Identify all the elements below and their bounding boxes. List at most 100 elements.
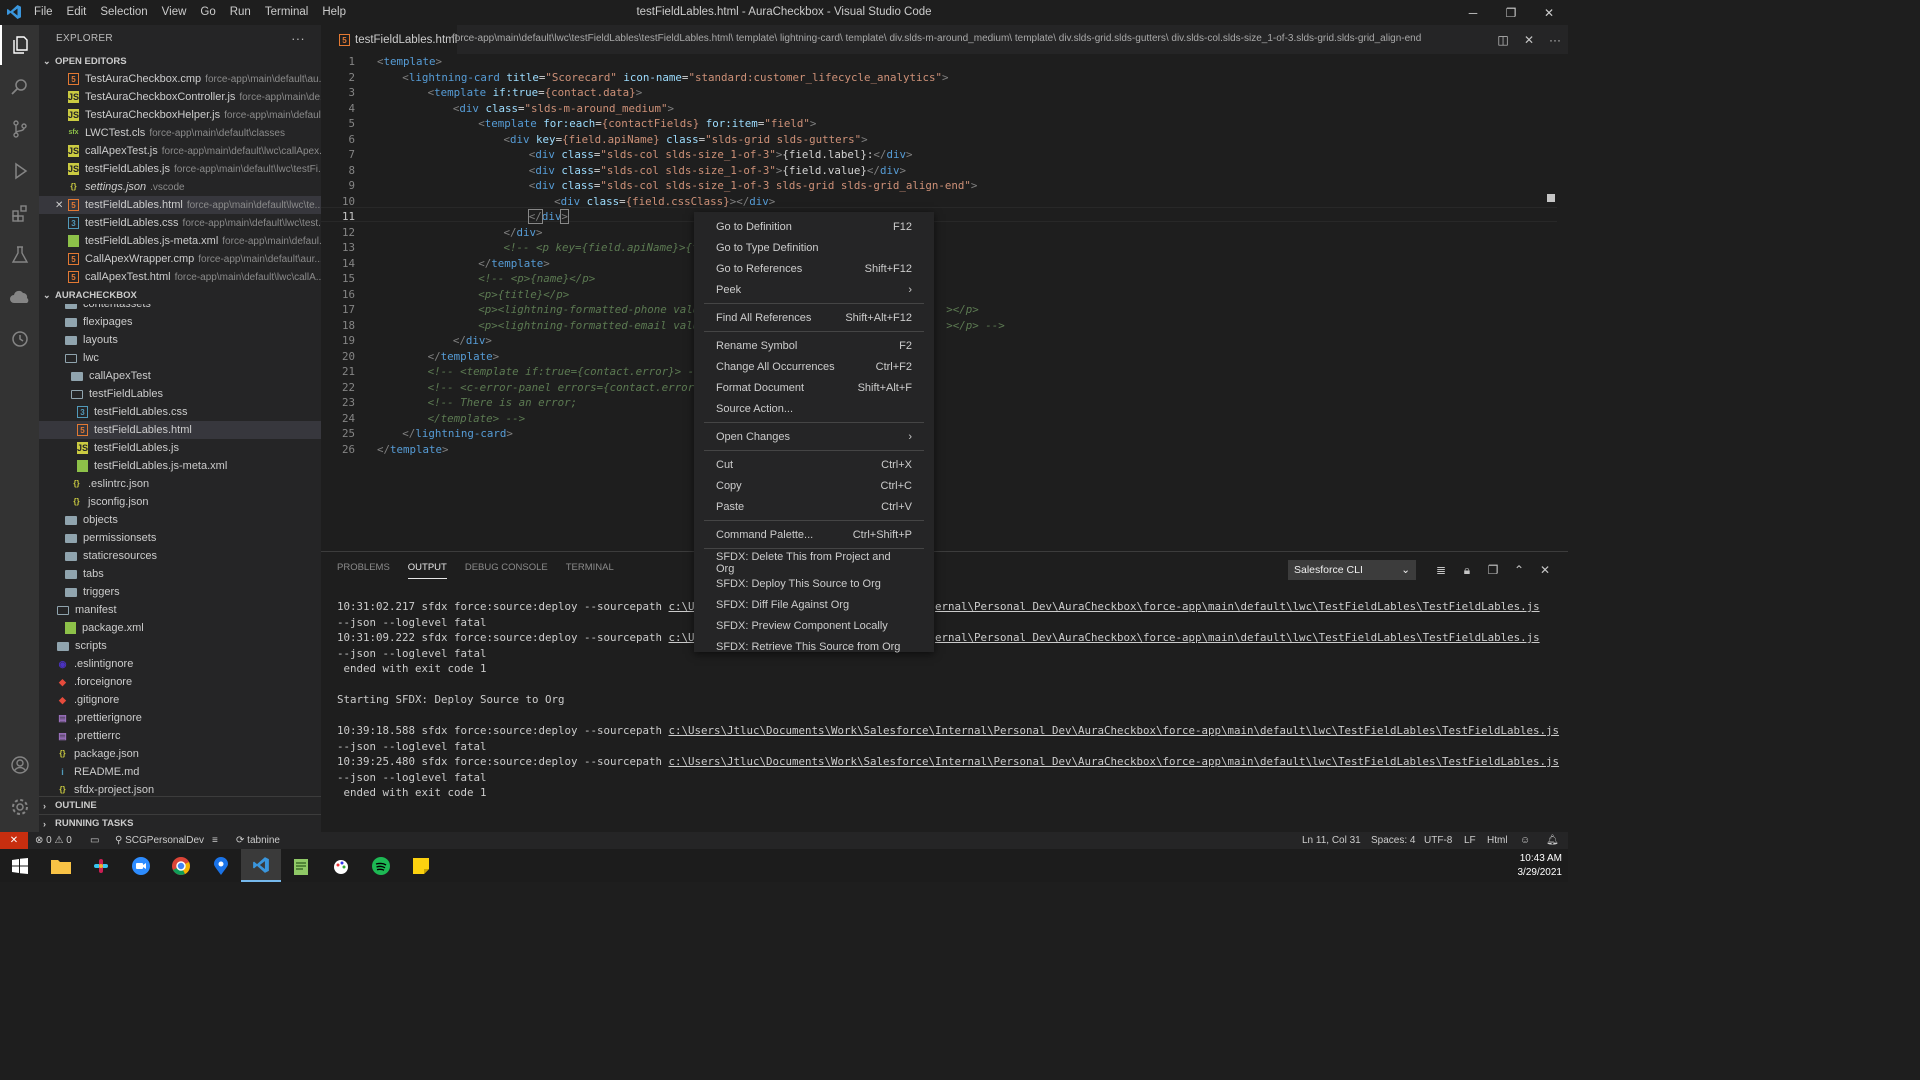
tree-item[interactable]: i README.md [39,763,321,781]
menu-item-terminal[interactable]: Terminal [258,0,315,25]
file-explorer-icon[interactable] [41,849,81,882]
menu-item-file[interactable]: File [27,0,60,25]
tree-item[interactable]: tabs [39,565,321,583]
tree-item[interactable]: scripts [39,637,321,655]
system-clock[interactable]: 10:43 AM 3/29/2021 [1518,852,1563,880]
context-menu-item[interactable]: SFDX: Delete This from Project and Org [694,551,934,575]
remote-indicator-icon[interactable]: ✕ [0,832,28,849]
tree-item[interactable]: ▤ .prettierignore [39,709,321,727]
terminal-icon[interactable]: ▭ [90,835,99,846]
context-menu-item[interactable]: SFDX: Diff File Against Org [694,594,934,615]
project-section[interactable]: ⌄ AURACHECKBOX [39,286,321,304]
context-menu-item[interactable]: SFDX: Preview Component Locally [694,615,934,636]
context-menu-item[interactable]: Find All References Shift+Alt+F12 [694,307,934,328]
line-ending[interactable]: LF [1464,835,1476,846]
tree-item[interactable]: testFieldLables.js-meta.xml [39,457,321,475]
tab-testfieldlables-html[interactable]: 5 testFieldLables.html [321,25,458,54]
tab-debug-console[interactable]: DEBUG CONSOLE [465,562,548,579]
tree-item[interactable]: triggers [39,583,321,601]
context-menu-item[interactable]: Paste Ctrl+V [694,496,934,517]
tree-item[interactable]: 3 testFieldLables.css [39,403,321,421]
split-editor-icon[interactable]: ◫ [1490,33,1516,47]
menu-item-selection[interactable]: Selection [93,0,154,25]
encoding[interactable]: UTF-8 [1424,835,1452,846]
source-control-icon[interactable] [0,109,39,149]
tree-item[interactable]: manifest [39,601,321,619]
tab-terminal[interactable]: TERMINAL [566,562,614,579]
open-editors-section[interactable]: ⌄ OPEN EDITORS [39,52,321,70]
tree-item[interactable]: lwc [39,349,321,367]
account-icon[interactable] [0,745,39,785]
menu-item-help[interactable]: Help [315,0,353,25]
indentation[interactable]: Spaces: 4 [1371,835,1415,846]
tree-item[interactable]: ▤ .prettierrc [39,727,321,745]
sticky-notes-icon[interactable] [401,849,441,882]
context-menu-item[interactable]: Source Action... [694,398,934,419]
maximize-panel-icon[interactable]: ⌃ [1506,563,1532,577]
context-menu-item[interactable]: Go to Definition F12 [694,216,934,237]
spotify-icon[interactable] [361,849,401,882]
timeline-history-icon[interactable] [0,319,39,359]
code-editor[interactable]: 1 <template> 2 <lightning-card title="Score… [321,54,1557,551]
menu-item-go[interactable]: Go [193,0,222,25]
slack-icon[interactable] [81,849,121,882]
context-menu-item[interactable]: Open Changes › [694,426,934,447]
settings-gear-icon[interactable] [0,787,39,827]
language-mode[interactable]: Html [1487,835,1508,846]
tree-item[interactable]: 5 testFieldLables.html [39,421,321,439]
open-log-icon[interactable]: ❐ [1480,563,1506,577]
explorer-icon[interactable] [0,25,39,65]
running-tasks-section[interactable]: › RUNNING TASKS [39,814,321,832]
context-menu-item[interactable]: SFDX: Deploy This Source to Org [694,573,934,594]
minimize-icon[interactable]: ─ [1454,0,1492,25]
tree-item[interactable]: staticresources [39,547,321,565]
clear-output-icon[interactable]: ≣ [1428,563,1454,577]
search-icon[interactable] [0,67,39,107]
scrollbar-marker[interactable] [1547,194,1555,202]
context-menu-item[interactable]: Cut Ctrl+X [694,454,934,475]
tree-item[interactable]: {} package.json [39,745,321,763]
testing-flask-icon[interactable] [0,235,39,275]
run-debug-icon[interactable] [0,151,39,191]
tree-item[interactable]: flexipages [39,313,321,331]
context-menu-item[interactable]: Peek › [694,279,934,300]
menu-item-view[interactable]: View [155,0,194,25]
tree-item[interactable]: ◆ .gitignore [39,691,321,709]
context-menu-item[interactable]: Copy Ctrl+C [694,475,934,496]
tasks-icon[interactable]: ≡ [212,835,218,846]
open-editor-item[interactable]: 3 testFieldLables.css force-app\main\defau… [39,214,321,232]
open-editor-item[interactable]: ✕ 5 testFieldLables.html force-app\main\def… [39,196,321,214]
breadcrumb[interactable]: force-app\main\default\lwc\testFieldLabl… [452,33,1421,44]
close-panel-icon[interactable]: ✕ [1532,563,1558,577]
open-editor-item[interactable]: sfx LWCTest.cls force-app\main\default\cla… [39,124,321,142]
open-editor-item[interactable]: JS TestAuraCheckboxHelper.js force-app\mai… [39,106,321,124]
tree-item[interactable]: {} .eslintrc.json [39,475,321,493]
default-org[interactable]: ⚲ SCGPersonalDev [115,835,204,846]
tree-item[interactable]: permissionsets [39,529,321,547]
open-editor-item[interactable]: 5 callApexTest.html force-app\main\default… [39,268,321,286]
close-icon[interactable]: ✕ [55,200,63,211]
tree-item[interactable]: JS testFieldLables.js [39,439,321,457]
menu-item-run[interactable]: Run [223,0,258,25]
tree-item[interactable]: ◆ .forceignore [39,673,321,691]
more-actions-icon[interactable]: ··· [1542,33,1568,47]
problems-counter[interactable]: ⊗ 0 ⚠ 0 [35,835,72,846]
close-window-icon[interactable]: ✕ [1530,0,1568,25]
output-channel-select[interactable]: Salesforce CLI ⌄ [1288,560,1416,580]
tabnine-status[interactable]: ⟳ tabnine [236,835,280,846]
tree-item[interactable]: callApexTest [39,367,321,385]
outline-section[interactable]: › OUTLINE [39,796,321,814]
tree-item[interactable]: objects [39,511,321,529]
cursor-position[interactable]: Ln 11, Col 31 [1302,835,1361,846]
context-menu-item[interactable]: Format Document Shift+Alt+F [694,377,934,398]
salesforce-cloud-icon[interactable] [0,277,39,317]
feedback-icon[interactable]: ☺ [1520,835,1530,846]
context-menu-item[interactable]: Change All Occurrences Ctrl+F2 [694,356,934,377]
context-menu-item[interactable]: Go to References Shift+F12 [694,258,934,279]
more-actions-icon[interactable]: ··· [291,31,305,46]
tree-item[interactable]: layouts [39,331,321,349]
windows-start-icon[interactable] [0,849,40,882]
menu-item-edit[interactable]: Edit [60,0,94,25]
tree-item[interactable]: package.xml [39,619,321,637]
zoom-icon[interactable] [121,849,161,882]
